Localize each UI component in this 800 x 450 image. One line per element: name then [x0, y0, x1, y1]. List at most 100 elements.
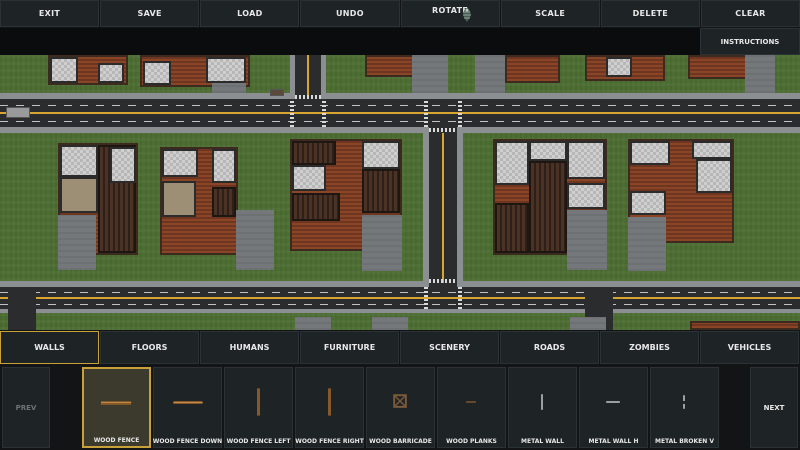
room [50, 57, 78, 83]
palette-item-metal-wall[interactable]: METAL WALL [508, 367, 577, 448]
lane-marking [0, 121, 800, 122]
driveway [362, 215, 402, 271]
category-floors[interactable]: FLOORS [100, 331, 199, 364]
category-vehicles[interactable]: VEHICLES [700, 331, 799, 364]
item-palette: PREV WOOD FENCE WOOD FENCE DOWN WOOD FEN… [0, 365, 800, 450]
metal-wall-icon [541, 394, 543, 410]
room [696, 159, 732, 193]
driveway [236, 210, 274, 270]
palette-item-wood-fence-down[interactable]: WOOD FENCE DOWN [153, 367, 222, 448]
room [529, 141, 567, 161]
building[interactable] [690, 321, 800, 330]
crosswalk [429, 279, 457, 283]
room [212, 149, 236, 183]
category-zombies[interactable]: ZOMBIES [600, 331, 699, 364]
driveway [628, 217, 666, 271]
road-center-line [0, 112, 800, 114]
road-center-line [307, 55, 309, 99]
wood-barricade-icon [393, 394, 407, 408]
room [292, 165, 326, 191]
metal-wall-h-icon [606, 401, 620, 403]
palette-item-wood-fence-left[interactable]: WOOD FENCE LEFT [224, 367, 293, 448]
crosswalk [424, 99, 428, 127]
crosswalk [295, 95, 321, 99]
vehicle[interactable] [6, 107, 30, 118]
instructions-button[interactable]: INSTRUCTIONS [700, 28, 800, 55]
building[interactable] [365, 55, 415, 77]
map-canvas[interactable] [0, 55, 800, 330]
driveway [745, 55, 775, 93]
category-humans[interactable]: HUMANS [200, 331, 299, 364]
rotate-icon [462, 8, 471, 22]
category-furniture[interactable]: FURNITURE [300, 331, 399, 364]
driveway [412, 55, 448, 93]
delete-button[interactable]: DELETE [600, 0, 700, 27]
metal-broken-v-icon [683, 395, 685, 409]
crosswalk [322, 99, 326, 127]
top-toolbar: EXIT SAVE LOAD UNDO ROTATE SCALE DELETE … [0, 0, 800, 27]
wood-fence-left-icon [257, 388, 260, 416]
rotate-button[interactable]: ROTATE [400, 0, 500, 27]
wood-planks-icon [466, 401, 476, 403]
room [98, 63, 124, 83]
lane-marking [0, 105, 800, 106]
palette-item-wood-fence[interactable]: WOOD FENCE [82, 367, 151, 448]
building[interactable] [688, 55, 748, 79]
scale-button[interactable]: SCALE [500, 0, 600, 27]
load-button[interactable]: LOAD [200, 0, 300, 27]
driveway [475, 55, 505, 93]
category-walls[interactable]: WALLS [0, 331, 99, 364]
crosswalk [429, 128, 457, 132]
exit-button[interactable]: EXIT [0, 0, 100, 27]
palette-item-wood-fence-right[interactable]: WOOD FENCE RIGHT [295, 367, 364, 448]
palette-item-metal-wall-h[interactable]: METAL WALL H [579, 367, 648, 448]
palette-item-wood-planks[interactable]: WOOD PLANKS [437, 367, 506, 448]
toolbar-secondary-strip [0, 28, 800, 55]
driveway [212, 83, 246, 93]
room [606, 57, 632, 77]
room [206, 57, 246, 83]
wood-fence-right-icon [328, 388, 331, 416]
sidewalk [0, 309, 800, 313]
driveway [567, 210, 607, 270]
room [567, 183, 605, 209]
room [162, 149, 198, 177]
crosswalk [290, 99, 294, 127]
room [529, 161, 567, 253]
palette-item-wood-barricade[interactable]: WOOD BARRICADE [366, 367, 435, 448]
room [143, 61, 171, 85]
room [692, 141, 732, 159]
building[interactable] [505, 55, 560, 83]
driveway [58, 215, 96, 270]
room [292, 193, 340, 221]
next-button[interactable]: NEXT [750, 367, 798, 448]
category-bar: WALLS FLOORS HUMANS FURNITURE SCENERY RO… [0, 330, 800, 365]
clear-button[interactable]: CLEAR [700, 0, 800, 27]
driveway [295, 317, 331, 330]
driveway [372, 317, 408, 330]
wood-fence-horizontal-icon [100, 401, 132, 405]
room [495, 203, 529, 253]
save-button[interactable]: SAVE [100, 0, 200, 27]
category-scenery[interactable]: SCENERY [400, 331, 499, 364]
room [362, 141, 400, 169]
crosswalk [424, 287, 428, 309]
room [60, 177, 98, 213]
room [110, 147, 136, 183]
road-vertical [8, 287, 36, 330]
prev-button[interactable]: PREV [2, 367, 50, 448]
palette-item-metal-broken-v[interactable]: METAL BROKEN V [650, 367, 719, 448]
undo-button[interactable]: UNDO [300, 0, 400, 27]
category-roads[interactable]: ROADS [500, 331, 599, 364]
room [292, 141, 336, 165]
driveway [570, 317, 606, 330]
room [60, 145, 98, 177]
vehicle[interactable] [270, 89, 284, 96]
road-center-line [0, 297, 800, 299]
palette-item-label: METAL BROKEN V [654, 438, 715, 445]
lane-marking [0, 292, 800, 293]
room [362, 169, 400, 213]
sidewalk [0, 127, 800, 133]
room [162, 181, 196, 217]
room [630, 141, 670, 165]
